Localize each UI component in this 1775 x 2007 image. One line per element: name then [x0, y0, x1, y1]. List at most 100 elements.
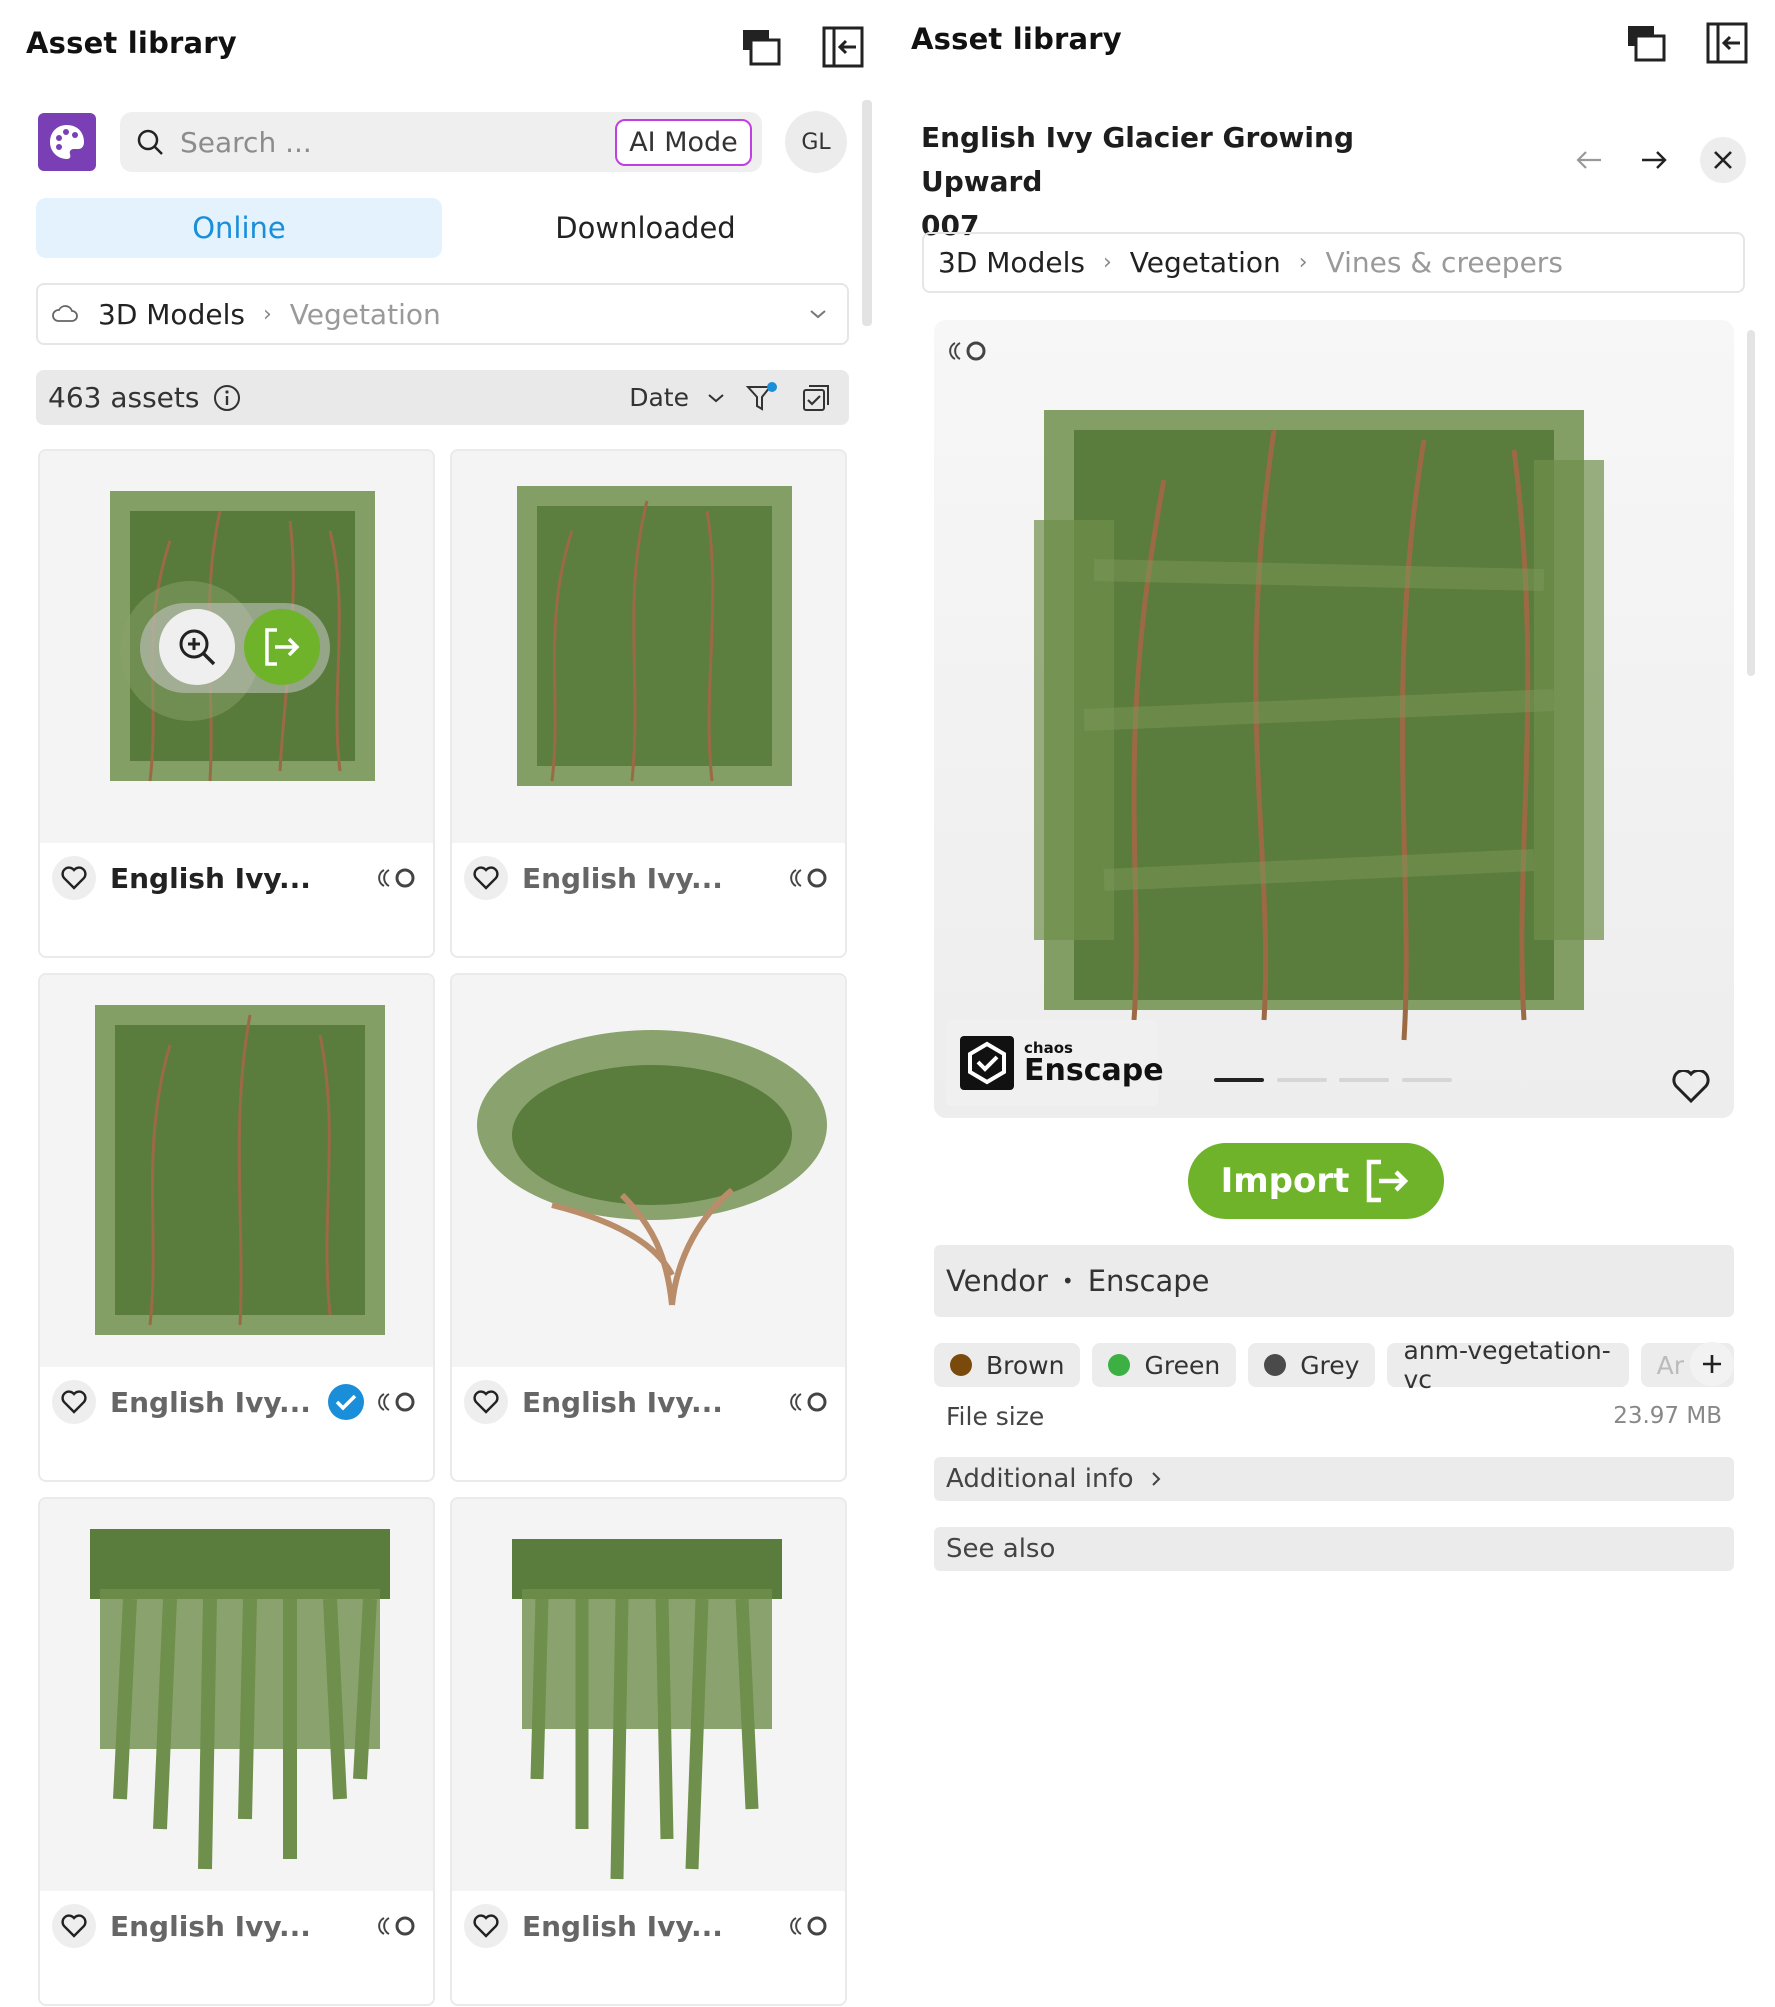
ai-mode-toggle[interactable]: AI Mode [615, 119, 752, 166]
asset-count: 463 assets [48, 381, 200, 414]
collapse-panel-icon[interactable] [1704, 20, 1750, 66]
sort-label[interactable]: Date [629, 383, 689, 412]
asset-name: English Ivy... [522, 1385, 723, 1419]
asset-thumbnail[interactable] [40, 975, 433, 1367]
next-asset-arrow-icon[interactable] [1631, 137, 1677, 183]
zoom-in-icon[interactable] [159, 609, 235, 685]
chevron-right-icon: › [262, 301, 272, 327]
ivy-render [1034, 410, 1604, 1041]
import-button[interactable]: Import [1188, 1143, 1444, 1219]
color-swatch [1264, 1354, 1287, 1376]
favorite-heart-icon[interactable] [52, 1904, 96, 1948]
previous-asset-arrow-icon[interactable] [1566, 137, 1612, 183]
breadcrumb-item[interactable]: 3D Models [938, 246, 1085, 279]
carousel-indicator-active[interactable] [1214, 1078, 1264, 1082]
color-swatch [950, 1354, 972, 1376]
detail-breadcrumb: 3D Models › Vegetation › Vines & creeper… [922, 232, 1745, 293]
add-tag-plus-icon[interactable] [1690, 1342, 1734, 1386]
chevron-right-icon: › [1298, 250, 1308, 275]
asset-name: English Ivy... [110, 1385, 311, 1419]
import-label: Import [1220, 1161, 1350, 1201]
asset-preview-image[interactable]: chaos Enscape [934, 320, 1734, 1118]
filter-icon[interactable] [745, 381, 777, 414]
carousel-indicator[interactable] [1339, 1078, 1389, 1082]
enscape-vendor-icon [377, 1391, 417, 1413]
enscape-vendor-icon [377, 1915, 417, 1937]
favorite-heart-icon[interactable] [52, 1380, 96, 1424]
additional-info-section[interactable]: Additional info [934, 1457, 1734, 1501]
favorite-heart-icon[interactable] [52, 856, 96, 900]
detach-window-icon[interactable] [738, 24, 784, 70]
close-detail-icon[interactable] [1700, 137, 1746, 183]
color-swatch [1108, 1354, 1131, 1376]
carousel-indicator[interactable] [1402, 1078, 1452, 1082]
vendor-row: Vendor • Enscape [934, 1245, 1734, 1317]
downloaded-check-icon [327, 1383, 365, 1421]
enscape-logo-icon [960, 1036, 1014, 1090]
breadcrumb-item-current: Vines & creepers [1325, 246, 1563, 279]
asset-card[interactable]: English Ivy... [450, 1497, 847, 2006]
tag-chip[interactable]: anm-vegetation-vc [1387, 1341, 1629, 1389]
enscape-vendor-icon [377, 867, 417, 889]
vendor-name[interactable]: Enscape [1088, 1264, 1210, 1298]
right-panel-title: Asset library [911, 22, 1122, 56]
asset-card[interactable]: English Ivy... [38, 449, 435, 958]
enscape-vendor-icon [789, 1391, 829, 1413]
favorite-heart-icon[interactable] [464, 1380, 508, 1424]
additional-info-label: Additional info [946, 1464, 1134, 1494]
asset-name: English Ivy... [522, 1909, 723, 1943]
file-size-value: 23.97 MB [1613, 1403, 1722, 1429]
chevron-right-icon [1150, 1470, 1162, 1488]
user-avatar[interactable]: GL [785, 111, 847, 173]
breadcrumb-item[interactable]: Vegetation [1130, 246, 1281, 279]
enscape-badge: chaos Enscape [946, 1020, 1164, 1106]
tab-downloaded[interactable]: Downloaded [443, 198, 848, 258]
right-scrollbar[interactable] [1747, 330, 1755, 676]
color-tag-grey[interactable]: Grey [1248, 1343, 1376, 1387]
asset-card[interactable]: English Ivy... [38, 973, 435, 1482]
search-input[interactable]: Search ... [180, 126, 312, 159]
left-scrollbar[interactable] [862, 100, 872, 326]
asset-name: English Ivy... [522, 861, 723, 895]
detach-window-icon[interactable] [1623, 20, 1669, 66]
asset-thumbnail[interactable] [452, 451, 845, 843]
carousel-indicator[interactable] [1277, 1078, 1327, 1082]
badge-brand-large: Enscape [1024, 1052, 1164, 1088]
asset-thumbnail[interactable] [40, 451, 433, 843]
chevron-down-icon[interactable] [707, 392, 725, 404]
chevron-down-icon[interactable] [809, 308, 827, 320]
asset-name: English Ivy... [110, 1909, 311, 1943]
see-also-section[interactable]: See also [934, 1527, 1734, 1571]
results-toolbar: 463 assets Date [36, 370, 849, 425]
asset-thumbnail[interactable] [40, 1499, 433, 1891]
favorite-heart-icon[interactable] [1672, 1070, 1710, 1104]
breadcrumb-item-current: Vegetation [289, 297, 441, 331]
tag-list: Brown Green Grey anm-vegetation-vc Ar [934, 1341, 1734, 1389]
vendor-separator: • [1061, 1269, 1074, 1293]
vendor-label: Vendor [946, 1264, 1048, 1298]
asset-card[interactable]: English Ivy... [450, 973, 847, 1482]
see-also-label: See also [946, 1534, 1056, 1564]
cloud-icon [52, 305, 78, 323]
left-panel-title: Asset library [26, 26, 237, 60]
color-tag-brown[interactable]: Brown [934, 1343, 1081, 1387]
color-tag-green[interactable]: Green [1092, 1343, 1237, 1387]
asset-thumbnail[interactable] [452, 975, 845, 1367]
breadcrumb-item[interactable]: 3D Models [98, 298, 245, 331]
info-icon[interactable] [213, 384, 241, 412]
category-breadcrumb[interactable]: 3D Models › Vegetation [36, 283, 849, 345]
collapse-panel-icon[interactable] [820, 24, 866, 70]
asset-card[interactable]: English Ivy... [450, 449, 847, 958]
tab-online[interactable]: Online [36, 198, 442, 258]
favorite-heart-icon[interactable] [464, 1904, 508, 1948]
asset-name: English Ivy... [110, 861, 311, 895]
quick-import-icon[interactable] [244, 609, 320, 685]
favorite-heart-icon[interactable] [464, 856, 508, 900]
app-logo[interactable] [38, 113, 96, 171]
enscape-vendor-icon [789, 867, 829, 889]
select-mode-icon[interactable] [801, 383, 831, 413]
asset-thumbnail[interactable] [452, 1499, 845, 1891]
chevron-right-icon: › [1102, 250, 1112, 275]
asset-card[interactable]: English Ivy... [38, 1497, 435, 2006]
search-icon [136, 128, 164, 156]
